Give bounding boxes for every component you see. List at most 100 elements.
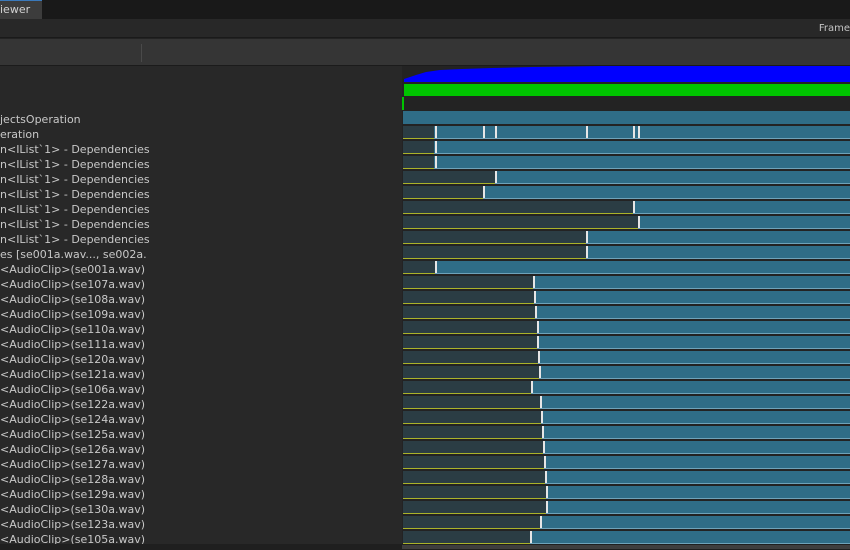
bar-tick [544, 456, 546, 468]
bar-run-underline [537, 333, 850, 334]
bar-wait-underline [403, 423, 541, 424]
timeline-bar[interactable] [403, 366, 850, 379]
bar-tick [531, 381, 533, 393]
bar-wait-underline [403, 183, 495, 184]
row-label[interactable]: <AudioClip>(se110a.wav) [0, 322, 145, 337]
row-label[interactable]: <AudioClip>(se108a.wav) [0, 292, 145, 307]
row-label[interactable]: n<IList`1> - Dependencies [0, 232, 150, 247]
timeline-bar[interactable] [403, 156, 850, 169]
timeline-bar[interactable] [403, 276, 850, 289]
bar-wait-segment [403, 516, 540, 528]
bar-wait-segment [403, 231, 586, 243]
timeline-bar[interactable] [403, 291, 850, 304]
row-label[interactable]: <AudioClip>(se121a.wav) [0, 367, 145, 382]
row-label[interactable]: <AudioClip>(se124a.wav) [0, 412, 145, 427]
timeline-bar[interactable] [403, 306, 850, 319]
timeline[interactable] [402, 66, 850, 544]
row-label[interactable]: n<IList`1> - Dependencies [0, 172, 150, 187]
row-label[interactable]: <AudioClip>(se120a.wav) [0, 352, 145, 367]
timeline-bar[interactable] [403, 351, 850, 364]
row-label[interactable]: es [se001a.wav..., se002a. [0, 247, 147, 262]
bar-run-underline [546, 498, 850, 499]
row-label[interactable]: n<IList`1> - Dependencies [0, 217, 150, 232]
timeline-bar[interactable] [403, 426, 850, 439]
bar-tick [545, 471, 547, 483]
timeline-bar[interactable] [403, 396, 850, 409]
row-label[interactable]: <AudioClip>(se001a.wav) [0, 262, 145, 277]
bar-tick [586, 126, 588, 138]
bar-run-underline [633, 213, 850, 214]
row-label[interactable]: n<IList`1> - Dependencies [0, 202, 150, 217]
bar-tick [537, 336, 539, 348]
bar-tick [633, 126, 635, 138]
timeline-bar[interactable] [403, 216, 850, 229]
bar-tick [540, 516, 542, 528]
row-label[interactable]: <AudioClip>(se111a.wav) [0, 337, 145, 352]
bar-tick [435, 261, 437, 273]
bar-run-underline [434, 138, 850, 139]
bar-tick [546, 486, 548, 498]
bar-run-underline [534, 303, 850, 304]
bar-wait-underline [403, 153, 434, 154]
timeline-bar[interactable] [403, 531, 850, 544]
timeline-bar[interactable] [403, 126, 850, 139]
row-label[interactable]: n<IList`1> - Dependencies [0, 157, 150, 172]
timeline-bar[interactable] [403, 261, 850, 274]
timeline-bar[interactable] [403, 381, 850, 394]
row-label[interactable]: <AudioClip>(se125a.wav) [0, 427, 145, 442]
timeline-bar[interactable] [403, 486, 850, 499]
bar-wait-segment [403, 471, 545, 483]
bar-wait-segment [403, 486, 546, 498]
bar-run-underline [543, 453, 850, 454]
bar-run-underline [495, 183, 850, 184]
timeline-bar[interactable] [403, 411, 850, 424]
timeline-bar[interactable] [403, 441, 850, 454]
bar-wait-segment [403, 441, 543, 453]
row-label[interactable]: <AudioClip>(se127a.wav) [0, 457, 145, 472]
timeline-bar[interactable] [403, 186, 850, 199]
horizontal-scrollbar[interactable] [402, 545, 850, 549]
row-label[interactable]: <AudioClip>(se106a.wav) [0, 382, 145, 397]
row-label[interactable]: <AudioClip>(se122a.wav) [0, 397, 145, 412]
bar-tick [538, 351, 540, 363]
row-label[interactable]: n<IList`1> - Dependencies [0, 142, 150, 157]
bar-wait-underline [403, 243, 586, 244]
row-label[interactable]: <AudioClip>(se129a.wav) [0, 487, 145, 502]
row-label[interactable]: <AudioClip>(se130a.wav) [0, 502, 145, 517]
tab-viewer[interactable]: iewer [0, 0, 42, 19]
bar-wait-segment [403, 171, 495, 183]
bar-run-underline [435, 273, 850, 274]
timeline-bar[interactable] [403, 231, 850, 244]
bar-tick [537, 321, 539, 333]
bar-run-underline [638, 228, 850, 229]
row-label[interactable]: n<IList`1> - Dependencies [0, 187, 150, 202]
timeline-bar[interactable] [403, 501, 850, 514]
row-label[interactable]: <AudioClip>(se107a.wav) [0, 277, 145, 292]
bar-run-underline [539, 378, 850, 379]
row-label[interactable]: eration [0, 127, 39, 142]
row-label[interactable]: <AudioClip>(se109a.wav) [0, 307, 145, 322]
timeline-bar[interactable] [403, 336, 850, 349]
bar-wait-underline [403, 273, 435, 274]
timeline-bar[interactable] [403, 516, 850, 529]
bar-wait-underline [403, 528, 540, 529]
timeline-bar[interactable] [403, 171, 850, 184]
bar-wait-underline [403, 318, 535, 319]
timeline-bar[interactable] [403, 321, 850, 334]
timeline-bar[interactable] [403, 201, 850, 214]
row-label[interactable]: <AudioClip>(se126a.wav) [0, 442, 145, 457]
bar-tick [483, 126, 485, 138]
bar-tick [540, 396, 542, 408]
timeline-bar[interactable] [403, 456, 850, 469]
timeline-bar[interactable] [403, 471, 850, 484]
bar-tick [546, 501, 548, 513]
row-label[interactable]: jectsOperation [0, 112, 81, 127]
row-label[interactable]: <AudioClip>(se123a.wav) [0, 517, 145, 532]
bar-run-underline [533, 288, 850, 289]
timeline-bar[interactable] [403, 141, 850, 154]
timeline-bar[interactable] [403, 111, 850, 124]
names-column: jectsOperation eration n<IList`1> - Depend… [0, 66, 402, 546]
bar-tick [586, 246, 588, 258]
row-label[interactable]: <AudioClip>(se128a.wav) [0, 472, 145, 487]
timeline-bar[interactable] [403, 246, 850, 259]
